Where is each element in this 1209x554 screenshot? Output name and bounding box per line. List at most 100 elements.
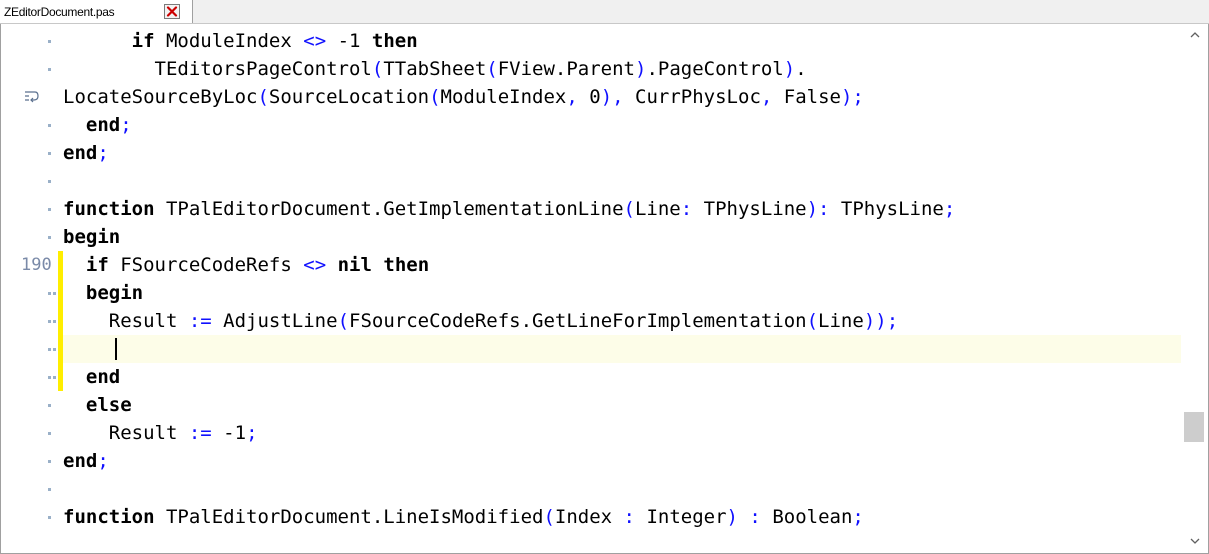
- gutter-line: [1, 223, 63, 251]
- gutter-line: [1, 55, 63, 83]
- code-token: Index: [554, 506, 624, 528]
- keyword-token: begin: [63, 226, 121, 248]
- code-token: .PageControl: [646, 58, 784, 80]
- line-number: 190: [21, 255, 52, 275]
- line-dot-marker: [53, 320, 56, 323]
- symbol-token: <>: [303, 254, 327, 276]
- code-token: FSourceCodeRefs: [108, 254, 304, 276]
- code-line[interactable]: else: [63, 391, 1181, 419]
- code-line[interactable]: begin: [63, 279, 1181, 307]
- keyword-token: if: [85, 254, 109, 276]
- code-line[interactable]: if FSourceCodeRefs <> nil then: [63, 251, 1181, 279]
- keyword-token: nil: [337, 254, 372, 276]
- line-dot-marker: [48, 320, 51, 323]
- gutter-line: [1, 195, 63, 223]
- gutter-line: [1, 139, 63, 167]
- symbol-token: (: [486, 58, 498, 80]
- line-dot-marker: [53, 376, 56, 379]
- symbol-token: :=: [188, 310, 212, 332]
- keyword-token: then: [371, 30, 418, 52]
- line-dot-marker: [48, 152, 51, 155]
- keyword-token: function: [63, 198, 155, 220]
- gutter-line: 190: [1, 251, 63, 279]
- code-line[interactable]: end;: [63, 447, 1181, 475]
- code-line[interactable]: Result := -1;: [63, 419, 1181, 447]
- tab-zeditordocument[interactable]: ZEditorDocument.pas: [0, 0, 193, 23]
- code-token: TPhysLine: [692, 198, 807, 220]
- keyword-token: begin: [85, 282, 144, 304]
- symbol-token: ): [635, 58, 647, 80]
- gutter-line: [1, 475, 63, 503]
- code-line[interactable]: end;: [63, 139, 1181, 167]
- line-dot-marker: [48, 348, 51, 351]
- code-line[interactable]: [63, 167, 1181, 195]
- keyword-token: if: [131, 30, 155, 52]
- code-token: Line: [634, 198, 681, 220]
- text-caret: [115, 338, 117, 360]
- code-editor[interactable]: 190 if ModuleIndex <> -1 then TEditorsPa…: [0, 24, 1209, 554]
- line-dot-marker: [48, 488, 51, 491]
- code-token: Boolean: [760, 506, 853, 528]
- gutter-line: [1, 167, 63, 195]
- code-token: Integer: [635, 506, 727, 528]
- gutter-line: [1, 279, 63, 307]
- code-line[interactable]: Result := AdjustLine(FSourceCodeRefs.Get…: [63, 307, 1181, 335]
- chevron-up-icon[interactable]: [1181, 24, 1208, 46]
- code-line[interactable]: [63, 475, 1181, 503]
- symbol-token: ));: [863, 310, 899, 332]
- code-token: ModuleIndex: [440, 86, 567, 108]
- symbol-token: ): [726, 506, 738, 528]
- code-token: .: [795, 58, 807, 80]
- symbol-token: :=: [188, 422, 212, 444]
- code-line[interactable]: begin: [63, 223, 1181, 251]
- code-token: LocateSourceByLoc: [63, 86, 258, 108]
- code-token: FView.Parent: [497, 58, 635, 80]
- scrollbar-thumb[interactable]: [1184, 412, 1204, 442]
- code-line[interactable]: end;: [63, 111, 1181, 139]
- code-token: False: [772, 86, 841, 108]
- code-token: Line: [818, 310, 864, 332]
- gutter-line: [1, 335, 63, 363]
- code-line[interactable]: end: [63, 363, 1181, 391]
- symbol-token: ):: [806, 198, 830, 220]
- code-area[interactable]: if ModuleIndex <> -1 then TEditorsPageCo…: [63, 24, 1181, 552]
- symbol-token: (: [623, 198, 635, 220]
- symbol-token: :: [680, 198, 693, 220]
- gutter-line: [1, 111, 63, 139]
- symbol-token: (: [429, 86, 441, 108]
- gutter-line: [1, 503, 63, 531]
- line-dot-marker: [48, 68, 51, 71]
- line-dot-marker: [53, 292, 56, 295]
- code-line[interactable]: LocateSourceByLoc(SourceLocation(ModuleI…: [63, 83, 1181, 111]
- line-dot-marker: [48, 236, 51, 239]
- vertical-scrollbar[interactable]: [1181, 24, 1208, 552]
- code-line[interactable]: TEditorsPageControl(TTabSheet(FView.Pare…: [63, 55, 1181, 83]
- code-token: -1: [211, 422, 247, 444]
- code-token: FSourceCodeRefs.GetLineForImplementation: [349, 310, 807, 332]
- code-token: TTabSheet: [383, 58, 487, 80]
- code-line[interactable]: [63, 335, 1181, 363]
- gutter-line: [1, 363, 63, 391]
- keyword-token: end: [63, 142, 98, 164]
- code-token: 0: [577, 86, 601, 108]
- code-line[interactable]: function TPalEditorDocument.GetImplement…: [63, 195, 1181, 223]
- gutter-line: [1, 307, 63, 335]
- code-token: TPhysLine: [829, 198, 944, 220]
- code-line[interactable]: if ModuleIndex <> -1 then: [63, 27, 1181, 55]
- close-icon[interactable]: [164, 4, 180, 19]
- line-dot-marker: [48, 124, 51, 127]
- chevron-down-icon[interactable]: [1181, 530, 1208, 552]
- line-dot-marker: [48, 516, 51, 519]
- gutter-line: [1, 419, 63, 447]
- symbol-token: ;: [120, 114, 132, 136]
- code-line[interactable]: function TPalEditorDocument.LineIsModifi…: [63, 503, 1181, 531]
- symbol-token: <>: [303, 30, 327, 52]
- symbol-token: );: [840, 86, 864, 108]
